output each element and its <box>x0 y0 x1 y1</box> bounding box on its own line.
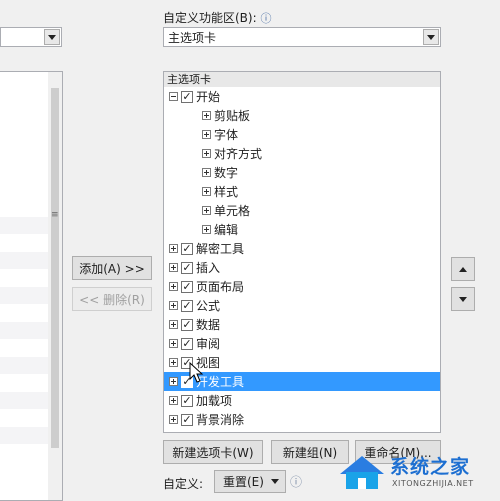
watermark-url: XITONGZHIJIA.NET <box>392 479 474 488</box>
expand-icon[interactable] <box>169 320 178 329</box>
watermark: 系统之家 XITONGZHIJIA.NET <box>338 448 498 496</box>
tree-item-checkbox[interactable]: ✓ <box>181 413 193 426</box>
commands-list-scrollbar[interactable]: ≡ <box>48 72 62 500</box>
tree-item[interactable]: 样式 <box>164 182 440 201</box>
tree-item-checkbox[interactable]: ✓ <box>181 261 193 274</box>
tree-item[interactable]: 对齐方式 <box>164 144 440 163</box>
tree-item[interactable]: 字体 <box>164 125 440 144</box>
commands-source-combo[interactable] <box>0 27 62 47</box>
tree-item-label: 数字 <box>214 166 239 180</box>
expand-icon[interactable] <box>169 339 178 348</box>
list-item[interactable] <box>0 252 50 269</box>
dropdown-button[interactable] <box>423 29 439 45</box>
expand-icon[interactable] <box>202 206 211 215</box>
tree-item-label: 审阅 <box>196 337 221 351</box>
tree-item[interactable]: ✓ 背景消除 <box>164 410 440 429</box>
expand-icon[interactable] <box>202 225 211 234</box>
list-item[interactable] <box>0 287 50 304</box>
tree-item-label: 开始 <box>196 90 221 104</box>
list-item[interactable] <box>0 217 50 234</box>
expand-icon[interactable] <box>202 130 211 139</box>
list-item[interactable] <box>0 427 50 444</box>
tree-item[interactable]: ✓ 公式 <box>164 296 440 315</box>
tree-item-checkbox[interactable]: ✓ <box>181 90 193 103</box>
tree-item[interactable]: ✓ 数据 <box>164 315 440 334</box>
arrow-up-icon <box>459 266 467 272</box>
scrollbar-thumb[interactable]: ≡ <box>51 88 59 448</box>
tree-item-label: 解密工具 <box>196 242 245 256</box>
remove-button[interactable]: << 删除(R) <box>72 287 152 311</box>
chevron-down-icon <box>48 34 56 40</box>
chevron-down-icon <box>427 34 435 40</box>
tree-item-checkbox[interactable]: ✓ <box>181 242 193 255</box>
reset-button[interactable]: 重置(E) <box>214 470 286 493</box>
house-logo-icon <box>340 456 384 489</box>
tree-item-checkbox[interactable]: ✓ <box>181 318 193 331</box>
tree-item-label: 样式 <box>214 185 239 199</box>
tree-item[interactable]: ✓ 开发工具 <box>164 372 440 391</box>
tree-item[interactable]: ✓ 加载项 <box>164 391 440 410</box>
tree-item-label: 剪贴板 <box>214 109 251 123</box>
expand-icon[interactable] <box>202 168 211 177</box>
tree-item[interactable]: 剪贴板 <box>164 106 440 125</box>
mouse-cursor-icon <box>189 362 204 383</box>
expand-icon[interactable] <box>202 111 211 120</box>
tree-item-label: 对齐方式 <box>214 147 263 161</box>
expand-icon[interactable] <box>169 244 178 253</box>
tree-item-label: 公式 <box>196 299 221 313</box>
expand-icon[interactable] <box>169 377 178 386</box>
expand-icon[interactable] <box>169 263 178 272</box>
customize-ribbon-label: 自定义功能区(B): ⓘ <box>163 11 272 25</box>
list-item[interactable] <box>0 392 50 409</box>
expand-icon[interactable] <box>169 396 178 405</box>
tree-item-label: 单元格 <box>214 204 251 218</box>
tree-item-checkbox[interactable]: ✓ <box>181 280 193 293</box>
tree-item-label: 编辑 <box>214 223 239 237</box>
tree-item-label: 页面布局 <box>196 280 245 294</box>
collapse-icon[interactable] <box>169 92 178 101</box>
tree-item-label: 加载项 <box>196 394 233 408</box>
tree-item[interactable]: ✓ 视图 <box>164 353 440 372</box>
tree-header: 主选项卡 <box>164 72 440 87</box>
info-icon: ⓘ <box>290 475 303 489</box>
tree-item-checkbox[interactable]: ✓ <box>181 299 193 312</box>
arrow-down-icon <box>459 296 467 302</box>
info-icon: ⓘ <box>260 12 272 25</box>
tree-item-checkbox[interactable]: ✓ <box>181 394 193 407</box>
tree-item[interactable]: ✓ 解密工具 <box>164 239 440 258</box>
expand-icon[interactable] <box>169 415 178 424</box>
tree-item[interactable]: 单元格 <box>164 201 440 220</box>
tree-item[interactable]: 数字 <box>164 163 440 182</box>
list-item[interactable] <box>0 357 50 374</box>
expand-icon[interactable] <box>169 282 178 291</box>
move-down-button[interactable] <box>451 287 475 311</box>
tree-item[interactable]: ✓ 插入 <box>164 258 440 277</box>
tree-item[interactable]: 编辑 <box>164 220 440 239</box>
move-up-button[interactable] <box>451 257 475 281</box>
tree-item[interactable]: ✓ 页面布局 <box>164 277 440 296</box>
new-tab-button[interactable]: 新建选项卡(W) <box>163 440 263 464</box>
tree-item[interactable]: ✓ 审阅 <box>164 334 440 353</box>
chevron-down-icon <box>271 479 279 484</box>
tree-item-label: 数据 <box>196 318 221 332</box>
tree-item-label: 背景消除 <box>196 413 245 427</box>
tree-item[interactable]: ✓ 开始 <box>164 87 440 106</box>
customizations-label: 自定义: <box>163 477 204 491</box>
expand-icon[interactable] <box>202 149 211 158</box>
add-button[interactable]: 添加(A) >> <box>72 256 152 280</box>
customize-ribbon-value: 主选项卡 <box>168 30 217 45</box>
expand-icon[interactable] <box>202 187 211 196</box>
commands-list[interactable]: ≡ <box>0 71 63 501</box>
tree-item-label: 插入 <box>196 261 221 275</box>
tree-item-label: 字体 <box>214 128 239 142</box>
list-item[interactable] <box>0 322 50 339</box>
dropdown-button[interactable] <box>44 29 60 45</box>
expand-icon[interactable] <box>169 301 178 310</box>
watermark-title: 系统之家 <box>390 456 471 478</box>
reset-label: 重置(E) <box>223 475 264 489</box>
expand-icon[interactable] <box>169 358 178 367</box>
grip-icon: ≡ <box>51 210 59 220</box>
customize-ribbon-combo[interactable]: 主选项卡 <box>163 27 441 47</box>
tree-item-checkbox[interactable]: ✓ <box>181 337 193 350</box>
